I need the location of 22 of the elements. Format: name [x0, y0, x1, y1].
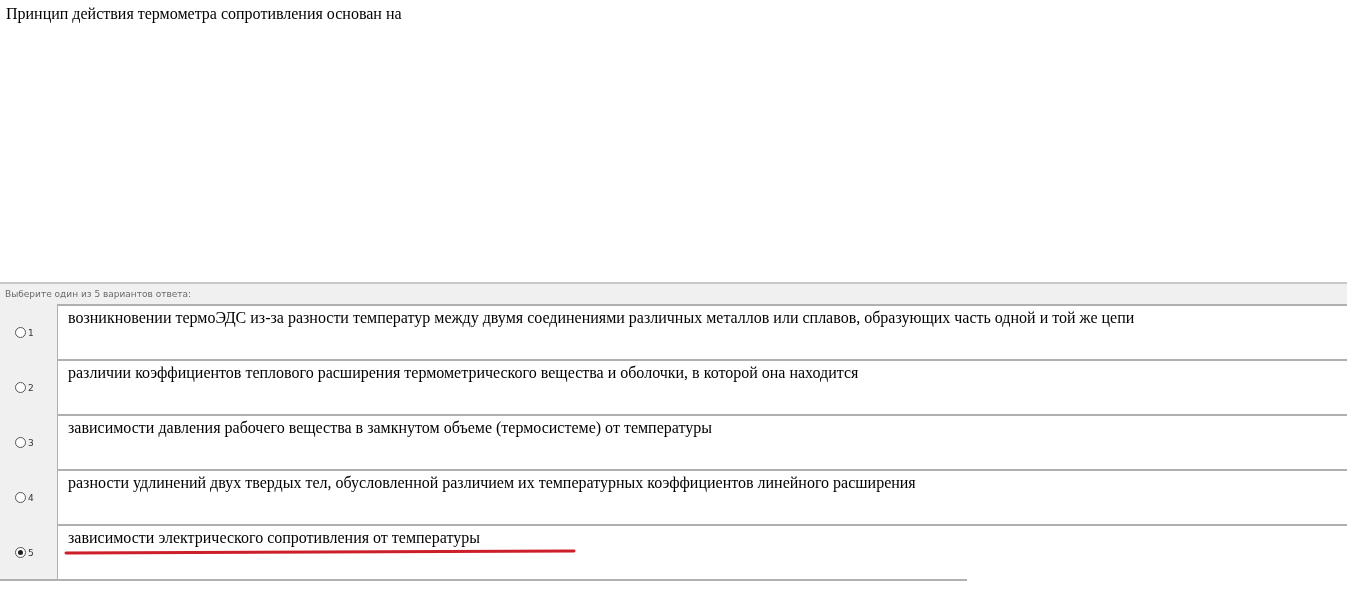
instruction-text: Выберите один из 5 вариантов ответа:	[5, 289, 192, 299]
answer-cell[interactable]: зависимости давления рабочего вещества в замкнутом объеме (термосистеме) от температуры	[57, 414, 1347, 469]
answer-cell[interactable]: зависимости электрического сопротивления от температуры	[57, 524, 1347, 579]
option-number: 1	[28, 327, 34, 338]
option-number: 4	[28, 492, 34, 503]
answer-text: разности удлинений двух твердых тел, обусловленной различием их температурных коэффициентов линейного расширения	[68, 474, 916, 492]
option-number: 2	[28, 382, 34, 393]
option-number: 5	[28, 547, 34, 558]
option-number: 3	[28, 437, 34, 448]
answer-cell[interactable]: различии коэффициентов теплового расширения термометрического вещества и оболочки, в которой она находится	[57, 359, 1347, 414]
radio-button[interactable]	[15, 327, 26, 338]
radio-button[interactable]	[15, 547, 26, 558]
radio-button[interactable]	[15, 382, 26, 393]
answer-cell[interactable]: возникновении термоЭДС из-за разности температур между двумя соединениями различных металлов или сплавов, образующих часть одной и той же цепи	[57, 304, 1347, 359]
question-text: Принцип действия термометра сопротивления основан на	[6, 5, 402, 22]
answer-text: различии коэффициентов теплового расширения термометрического вещества и оболочки, в которой она находится	[68, 364, 859, 382]
answer-cell[interactable]: разности удлинений двух твердых тел, обусловленной различием их температурных коэффициентов линейного расширения	[57, 469, 1347, 524]
answer-text: возникновении термоЭДС из-за разности температур между двумя соединениями различных металлов или сплавов, образующих часть одной и той же цепи	[68, 309, 1135, 327]
answer-text: зависимости электрического сопротивления от температуры	[68, 529, 480, 547]
radio-button[interactable]	[15, 437, 26, 448]
answer-text: зависимости давления рабочего вещества в замкнутом объеме (термосистеме) от температуры	[68, 419, 712, 437]
radio-button[interactable]	[15, 492, 26, 503]
